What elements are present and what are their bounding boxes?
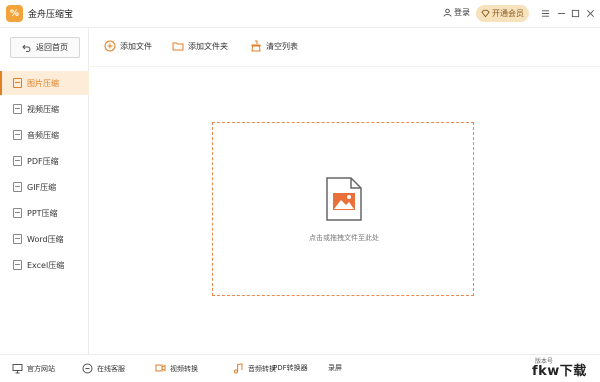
audio-convert-label: 音频转换 xyxy=(248,364,276,373)
back-home-button[interactable]: 返回首页 xyxy=(10,37,80,58)
gif-file-icon xyxy=(13,182,22,192)
video-convert-link[interactable]: 视频转换 xyxy=(155,363,198,374)
clear-broom-icon xyxy=(251,40,261,52)
watermark-logo: fkw下载网 xyxy=(532,364,587,379)
sidebar-item-label: Excel压缩 xyxy=(27,260,65,270)
add-file-label: 添加文件 xyxy=(120,41,152,51)
file-drop-zone[interactable]: 点击或拖拽文件至此处 xyxy=(212,122,474,296)
clear-list-button[interactable]: 清空列表 xyxy=(250,40,298,52)
app-logo: % xyxy=(6,5,23,22)
sidebar-item-image-compress[interactable]: 图片压缩 xyxy=(0,71,89,95)
audio-file-icon xyxy=(13,130,22,140)
video-file-icon xyxy=(13,104,22,114)
back-home-label: 返回首页 xyxy=(36,43,68,52)
sidebar-item-gif-compress[interactable]: GIF压缩 xyxy=(0,175,89,199)
vip-button[interactable]: 开通会员 xyxy=(476,5,529,22)
word-file-icon xyxy=(13,234,22,244)
close-icon xyxy=(586,9,594,17)
minimize-icon xyxy=(557,12,565,14)
sidebar-item-label: Word压缩 xyxy=(27,234,64,244)
minimize-button[interactable] xyxy=(554,6,568,20)
sidebar: 返回首页 图片压缩 视频压缩 音频压缩 PDF压缩 GIF压缩 PPT压缩 Wo… xyxy=(0,28,89,354)
menu-button[interactable] xyxy=(538,6,552,20)
close-button[interactable] xyxy=(583,6,597,20)
add-circle-icon xyxy=(104,40,116,52)
image-file-icon xyxy=(13,78,22,88)
ppt-file-icon xyxy=(13,208,22,218)
sidebar-item-excel-compress[interactable]: Excel压缩 xyxy=(0,253,89,277)
pdf-file-icon xyxy=(13,156,22,166)
pdf-converter-link[interactable]: PDF转换器 xyxy=(273,363,308,373)
clear-list-label: 清空列表 xyxy=(266,41,298,51)
sidebar-item-word-compress[interactable]: Word压缩 xyxy=(0,227,89,251)
sidebar-item-label: PDF压缩 xyxy=(27,156,59,166)
sidebar-item-label: GIF压缩 xyxy=(27,182,57,192)
sidebar-item-video-compress[interactable]: 视频压缩 xyxy=(0,97,89,121)
sidebar-item-audio-compress[interactable]: 音频压缩 xyxy=(0,123,89,147)
audio-convert-link[interactable]: 音频转换 xyxy=(233,363,276,374)
title-bar: % 金舟压缩宝 登录 开通会员 xyxy=(0,0,600,28)
video-convert-label: 视频转换 xyxy=(170,364,198,373)
login-label: 登录 xyxy=(454,8,470,17)
screen-record-link[interactable]: 录屏 xyxy=(328,363,342,373)
online-service-link[interactable]: 在线客服 xyxy=(82,363,125,374)
back-arrow-icon xyxy=(22,44,31,52)
sidebar-item-label: 图片压缩 xyxy=(27,78,59,88)
maximize-button[interactable] xyxy=(568,6,582,20)
sidebar-item-label: 音频压缩 xyxy=(27,130,59,140)
toolbar: 添加文件 添加文件夹 清空列表 xyxy=(90,28,600,67)
sidebar-item-pdf-compress[interactable]: PDF压缩 xyxy=(0,149,89,173)
image-file-icon xyxy=(326,177,362,221)
user-icon xyxy=(443,8,452,17)
menu-icon xyxy=(541,9,549,17)
login-button[interactable]: 登录 xyxy=(443,7,470,18)
app-title: 金舟压缩宝 xyxy=(28,10,74,20)
add-folder-button[interactable]: 添加文件夹 xyxy=(172,40,228,52)
maximize-icon xyxy=(571,9,579,17)
folder-icon xyxy=(172,42,184,51)
drop-hint-text: 点击或拖拽文件至此处 xyxy=(309,234,379,242)
add-folder-label: 添加文件夹 xyxy=(188,41,228,51)
service-label: 在线客服 xyxy=(97,364,125,373)
vip-label: 开通会员 xyxy=(492,9,524,18)
excel-file-icon xyxy=(13,260,22,270)
monitor-icon xyxy=(12,364,23,374)
sidebar-item-label: PPT压缩 xyxy=(27,208,58,218)
website-label: 官方网站 xyxy=(27,364,55,373)
status-bar: 官方网站 在线客服 视频转换 音频转换 PDF转换器 录屏 xyxy=(0,354,600,382)
chat-icon xyxy=(82,363,93,374)
sidebar-item-ppt-compress[interactable]: PPT压缩 xyxy=(0,201,89,225)
video-convert-icon xyxy=(155,364,166,372)
sidebar-item-label: 视频压缩 xyxy=(27,104,59,114)
pdf-converter-label: PDF转换器 xyxy=(273,364,308,372)
music-note-icon xyxy=(233,363,243,374)
record-label: 录屏 xyxy=(328,364,342,372)
diamond-icon xyxy=(481,9,490,18)
official-website-link[interactable]: 官方网站 xyxy=(12,363,55,374)
add-file-button[interactable]: 添加文件 xyxy=(104,40,152,52)
